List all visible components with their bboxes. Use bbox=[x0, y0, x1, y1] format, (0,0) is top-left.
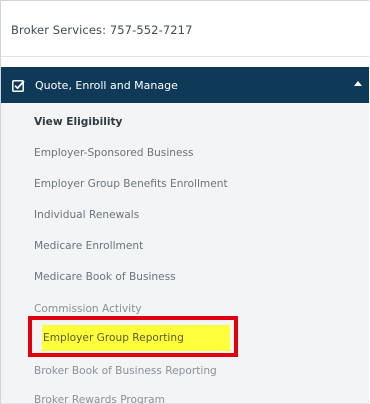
left-nav-panel: Broker Services: 757-552-7217 Quote, Enr… bbox=[0, 0, 369, 404]
red-annotation-box bbox=[28, 316, 238, 357]
caret-up-icon[interactable] bbox=[353, 78, 363, 88]
menu-item-individual-renewals[interactable]: Individual Renewals bbox=[34, 209, 139, 221]
divider bbox=[1, 56, 369, 57]
menu-item-medicare-enrollment[interactable]: Medicare Enrollment bbox=[34, 240, 143, 252]
menu-item-view-eligibility[interactable]: View Eligibility bbox=[34, 116, 122, 128]
menu-item-employer-group-benefits-enrollment[interactable]: Employer Group Benefits Enrollment bbox=[34, 178, 228, 190]
menu-item-employer-sponsored-business[interactable]: Employer-Sponsored Business bbox=[34, 147, 194, 159]
menu-item-broker-book-of-business-reporting[interactable]: Broker Book of Business Reporting bbox=[34, 365, 217, 377]
menu-item-medicare-book-of-business[interactable]: Medicare Book of Business bbox=[34, 271, 176, 283]
broker-services-phone: Broker Services: 757-552-7217 bbox=[11, 23, 193, 37]
section-header-label: Quote, Enroll and Manage bbox=[35, 78, 178, 92]
checkbox-icon bbox=[12, 79, 25, 92]
menu-item-commission-activity[interactable]: Commission Activity bbox=[34, 303, 142, 315]
section-header-quote-enroll-manage[interactable]: Quote, Enroll and Manage bbox=[1, 67, 369, 103]
menu-item-broker-rewards-program[interactable]: Broker Rewards Program bbox=[34, 394, 165, 404]
